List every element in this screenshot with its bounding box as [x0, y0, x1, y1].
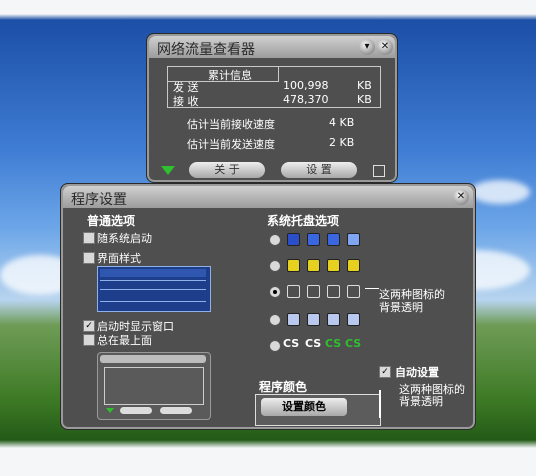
- tray-icon: [287, 233, 300, 246]
- tray-icon: [327, 313, 340, 326]
- preview-divider: [100, 289, 206, 290]
- tray-icon: [307, 285, 320, 298]
- send-speed-value: 2 KB: [329, 136, 355, 149]
- always-top-label: 总在最上面: [97, 334, 152, 347]
- cs-icon: CS: [345, 337, 362, 350]
- collapse-arrow-icon: [106, 408, 114, 413]
- tray-icon: [347, 259, 360, 272]
- tray-icon: [307, 259, 320, 272]
- tray-icon: [307, 233, 320, 246]
- cloud: [470, 180, 530, 204]
- tray-icon: [287, 259, 300, 272]
- close-icon[interactable]: ✕: [377, 39, 393, 55]
- program-color-heading: 程序颜色: [259, 380, 308, 394]
- tray-icon: [347, 313, 360, 326]
- show-on-start-checkbox[interactable]: ✓: [83, 320, 95, 332]
- receive-speed-value: 4 KB: [329, 116, 355, 129]
- settings-titlebar[interactable]: 程序设置 ✕: [63, 186, 473, 208]
- annotation-text: 这两种图标的 背景透明: [379, 288, 445, 314]
- tray-style-radio-4[interactable]: [269, 314, 281, 326]
- network-icon[interactable]: [373, 165, 385, 177]
- tray-icon: [287, 285, 300, 298]
- tray-icon: [347, 233, 360, 246]
- sent-unit: KB: [357, 79, 372, 92]
- window-title: 网络流量查看器: [157, 42, 255, 58]
- set-color-button[interactable]: 设置颜色: [261, 398, 347, 416]
- send-speed-label: 估计当前发送速度: [187, 138, 275, 151]
- tray-style-radio-2[interactable]: [269, 260, 281, 272]
- preview-button: [120, 407, 152, 414]
- auto-set-label: 自动设置: [395, 366, 439, 379]
- sent-value: 100,998: [283, 79, 329, 92]
- cs-icon: CS: [283, 337, 300, 350]
- style-checkbox[interactable]: [83, 252, 95, 264]
- close-icon[interactable]: ✕: [453, 189, 469, 205]
- traffic-viewer-window: 网络流量查看器 ▾ ✕ 累计信息 发 送 100,998 KB 接 收 478,…: [146, 33, 398, 183]
- preview-button: [160, 407, 192, 414]
- about-button[interactable]: 关 于: [189, 162, 265, 178]
- general-options-heading: 普通选项: [87, 214, 136, 228]
- tray-icon: [327, 285, 340, 298]
- tray-options-heading: 系统托盘选项: [267, 214, 340, 228]
- annotation-pointer: [379, 390, 381, 418]
- annotation-text: 这两种图标的 背景透明: [399, 383, 465, 408]
- minimize-icon[interactable]: ▾: [359, 39, 375, 55]
- always-top-checkbox[interactable]: [83, 334, 95, 346]
- tray-icon: [327, 259, 340, 272]
- startup-label: 随系统启动: [97, 232, 152, 245]
- cs-icon: CS: [305, 337, 322, 350]
- settings-window: 程序设置 ✕ 普通选项 随系统启动 界面样式 ✓ 启动时显示窗口 总在最上面 系…: [60, 183, 476, 430]
- tray-style-radio-1[interactable]: [269, 234, 281, 246]
- style-preview-gray[interactable]: [97, 352, 211, 420]
- style-preview-blue[interactable]: [97, 266, 211, 312]
- tray-style-radio-5[interactable]: [269, 340, 281, 352]
- received-value: 478,370: [283, 93, 329, 106]
- traffic-viewer-titlebar[interactable]: 网络流量查看器 ▾ ✕: [149, 36, 395, 58]
- tray-icon: [287, 313, 300, 326]
- tray-icon: [307, 313, 320, 326]
- preview-group: [104, 367, 204, 405]
- annotation-pointer: [365, 288, 379, 289]
- summary-group-label: 累计信息: [208, 69, 252, 82]
- received-label: 接 收: [173, 95, 199, 108]
- tray-icon: [347, 285, 360, 298]
- tray-icon: [327, 233, 340, 246]
- settings-button[interactable]: 设 置: [281, 162, 357, 178]
- startup-checkbox[interactable]: [83, 232, 95, 244]
- preview-titlebar: [100, 269, 206, 277]
- tray-style-radio-3[interactable]: [269, 286, 281, 298]
- preview-divider: [100, 301, 206, 302]
- preview-divider: [100, 280, 206, 281]
- style-label: 界面样式: [97, 252, 141, 265]
- window-title: 程序设置: [71, 192, 127, 208]
- auto-set-checkbox[interactable]: ✓: [379, 366, 391, 378]
- collapse-arrow-icon[interactable]: [161, 166, 175, 175]
- receive-speed-label: 估计当前接收速度: [187, 118, 275, 131]
- received-unit: KB: [357, 93, 372, 106]
- preview-titlebar: [100, 355, 206, 363]
- cs-icon: CS: [325, 337, 342, 350]
